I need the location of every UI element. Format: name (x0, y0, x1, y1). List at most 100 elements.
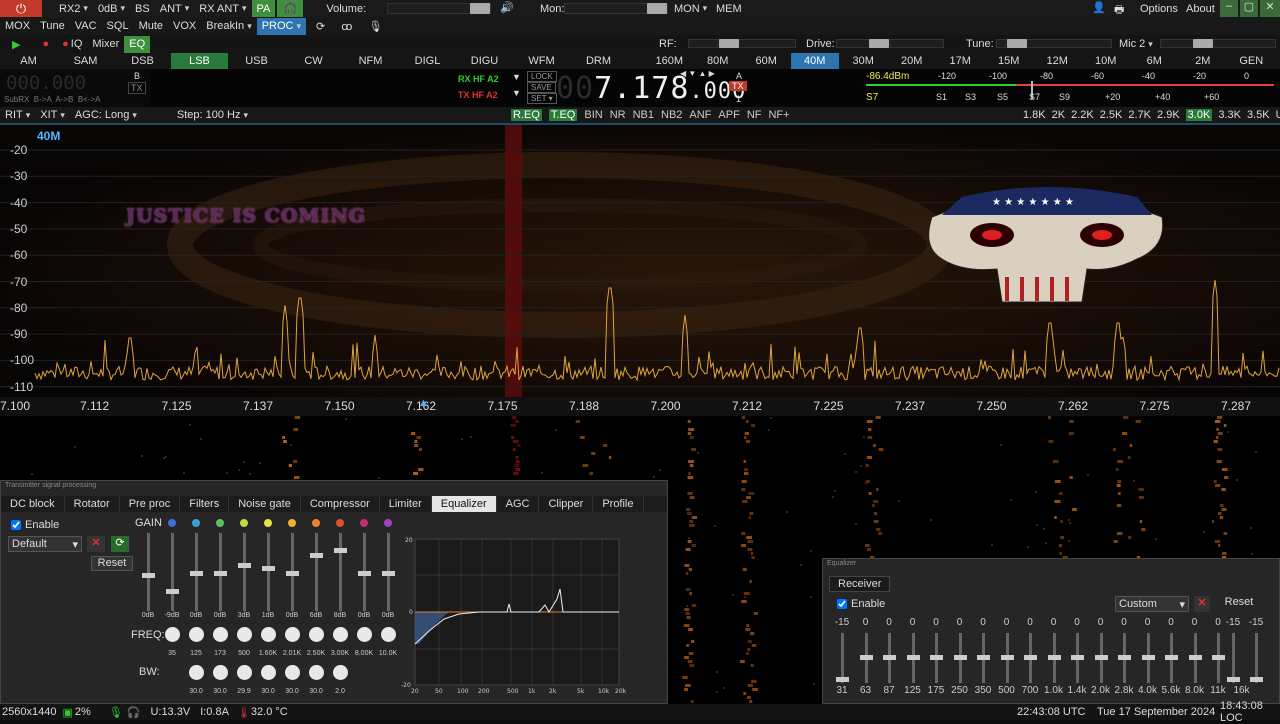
minimize-icon[interactable]: – (1220, 0, 1238, 17)
tx-eq-freq-knob[interactable] (189, 627, 204, 642)
refresh-icon[interactable]: ⟳ (316, 20, 325, 33)
mode-digl[interactable]: DIGL (399, 53, 456, 69)
rx-eq-slider[interactable] (1100, 633, 1103, 683)
tx-eq-bw-knob[interactable] (261, 665, 276, 680)
play-icon[interactable]: ▶ (12, 38, 20, 51)
speaker-icon[interactable]: 🔊 (500, 1, 514, 14)
mic-icon[interactable]: 🎙 (368, 20, 382, 33)
tx-eq-freq-knob[interactable] (261, 627, 276, 642)
tab-receiver[interactable]: Receiver (829, 576, 890, 592)
tx-eq-gain-slider[interactable] (243, 533, 246, 611)
tx-eq-gain-slider[interactable] (195, 533, 198, 611)
rx-eq-slider[interactable] (1232, 633, 1235, 683)
mode-drm[interactable]: DRM (570, 53, 627, 69)
rx-eq-slider[interactable] (1255, 633, 1258, 683)
dsp-nb1-button[interactable]: NB1 (633, 109, 654, 121)
filter-2-7k-button[interactable]: 2.7K (1128, 109, 1151, 121)
tx-eq-freq-knob[interactable] (357, 627, 372, 642)
dsp-nf-button[interactable]: NF+ (768, 109, 789, 121)
band-30m[interactable]: 30M (839, 53, 888, 69)
tx-ant-dropdown-icon[interactable]: ▼ (512, 88, 521, 98)
band-15m[interactable]: 15M (985, 53, 1034, 69)
rx-eq-slider[interactable] (865, 633, 868, 683)
maximize-icon[interactable]: ▢ (1240, 0, 1258, 17)
rx-eq-slider[interactable] (959, 633, 962, 683)
band-20m[interactable]: 20M (888, 53, 937, 69)
tx-eq-gain-slider[interactable] (171, 533, 174, 611)
tx-eq-gain-slider[interactable] (267, 533, 270, 611)
tx-eq-bw-knob[interactable] (189, 665, 204, 680)
tx-delete-preset-button[interactable]: ✕ (87, 536, 105, 552)
rx-eq-slider[interactable] (1147, 633, 1150, 683)
rx-eq-preset-dropdown[interactable]: Custom ▾ (1115, 596, 1189, 612)
rx-eq-slider[interactable] (1029, 633, 1032, 683)
dsp-nr-button[interactable]: NR (610, 109, 626, 121)
mic-dropdown[interactable]: Mic 2 (1114, 36, 1158, 53)
band-80m[interactable]: 80M (694, 53, 743, 69)
mute-button[interactable]: Mute (134, 18, 168, 35)
about-button[interactable]: About (1181, 0, 1220, 17)
dsp-apf-button[interactable]: APF (718, 109, 739, 121)
band-10m[interactable]: 10M (1082, 53, 1131, 69)
tx-save-preset-button[interactable]: ⟳ (111, 536, 129, 552)
rx-eq-reset-button[interactable]: Reset (1218, 596, 1260, 612)
filter-2k-button[interactable]: 2K (1052, 109, 1065, 121)
tx-eq-freq-knob[interactable] (381, 627, 396, 642)
rx-eq-slider[interactable] (841, 633, 844, 683)
tx-reset-button[interactable]: Reset (91, 556, 133, 571)
tab-agc[interactable]: AGC (497, 496, 540, 512)
rx-eq-slider[interactable] (1194, 633, 1197, 683)
tune-slider[interactable] (996, 39, 1112, 48)
vfo-frequency[interactable]: 007.178.000 (556, 71, 746, 106)
bs-button[interactable]: BS (130, 0, 155, 17)
vac-button[interactable]: VAC (70, 18, 102, 35)
tx-eq-gain-slider[interactable] (315, 533, 318, 611)
tune-button[interactable]: Tune (35, 18, 70, 35)
band-17m[interactable]: 17M (936, 53, 985, 69)
tx-eq-freq-knob[interactable] (237, 627, 252, 642)
tx-preset-dropdown[interactable]: Default ▾ (8, 536, 82, 552)
filter-1-8k-button[interactable]: 1.8K (1023, 109, 1046, 121)
step-dropdown[interactable]: Step: 100 Hz (172, 107, 253, 124)
tab-dc-block[interactable]: DC block (1, 496, 65, 512)
preamp-dropdown[interactable]: 0dB (93, 0, 130, 17)
rx-eq-slider[interactable] (1123, 633, 1126, 683)
tx-enable-checkbox[interactable]: Enable (11, 519, 59, 531)
dsp-nb2-button[interactable]: NB2 (661, 109, 682, 121)
band-160m[interactable]: 160M (645, 53, 694, 69)
tab-filters[interactable]: Filters (180, 496, 229, 512)
set-button[interactable]: SET ▾ (527, 93, 557, 104)
mode-dsb[interactable]: DSB (114, 53, 171, 69)
sql-button[interactable]: SQL (102, 18, 134, 35)
band-2m[interactable]: 2M (1179, 53, 1228, 69)
tx-eq-gain-slider[interactable] (291, 533, 294, 611)
tab-clipper[interactable]: Clipper (539, 496, 593, 512)
filter-2-2k-button[interactable]: 2.2K (1071, 109, 1094, 121)
dsp-r-eq-button[interactable]: R.EQ (511, 109, 542, 121)
options-button[interactable]: Options (1135, 0, 1183, 17)
filter-marker-icon[interactable]: ▲ (418, 397, 429, 409)
tab-compressor[interactable]: Compressor (301, 496, 380, 512)
mic-slider[interactable] (1160, 39, 1276, 48)
record-icon[interactable]: ● (42, 38, 49, 50)
rit-button[interactable]: RIT (0, 107, 35, 124)
tx-eq-gain-slider[interactable] (147, 533, 150, 611)
pa-button[interactable]: PA (252, 0, 276, 17)
tape-icon[interactable]: ꝏ (341, 20, 352, 33)
dsp-bin-button[interactable]: BIN (584, 109, 602, 121)
filter-user-button[interactable]: User (1276, 109, 1280, 121)
rx2-button[interactable]: RX2 (54, 0, 93, 17)
tab-profile[interactable]: Profile (593, 496, 643, 512)
rx-eq-slider[interactable] (912, 633, 915, 683)
mon-slider[interactable] (564, 3, 668, 14)
iq-button[interactable]: ● IQ (57, 36, 87, 53)
band-gen[interactable]: GEN (1227, 53, 1276, 69)
rx-eq-enable-checkbox[interactable]: Enable (837, 598, 885, 610)
tx-eq-bw-knob[interactable] (333, 665, 348, 680)
rx-ant-dropdown-icon[interactable]: ▼ (512, 72, 521, 82)
user-icon[interactable]: 👤 (1092, 1, 1106, 14)
dsp-nf-button[interactable]: NF (747, 109, 762, 121)
headphones-icon[interactable]: 🎧 (277, 0, 303, 17)
panadapter[interactable]: 40M -20 -30 -40 -50 -60 -70 -80 -90 -100 -110 JUS… (0, 123, 1280, 397)
vox-button[interactable]: VOX (168, 18, 201, 35)
